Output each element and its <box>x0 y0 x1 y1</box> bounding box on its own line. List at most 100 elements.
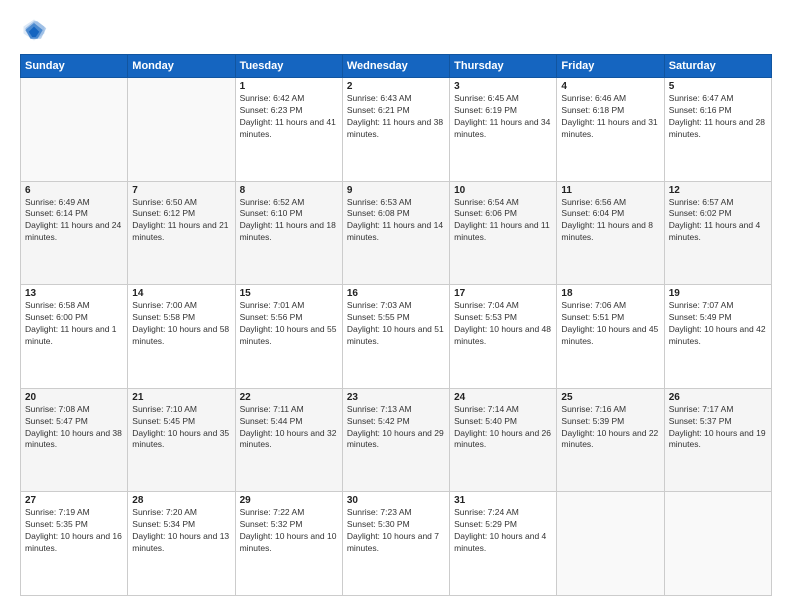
calendar-week-1: 1Sunrise: 6:42 AM Sunset: 6:23 PM Daylig… <box>21 78 772 182</box>
calendar-cell: 31Sunrise: 7:24 AM Sunset: 5:29 PM Dayli… <box>450 492 557 596</box>
day-number: 26 <box>669 392 767 403</box>
day-number: 13 <box>25 288 123 299</box>
logo-icon <box>20 16 48 44</box>
calendar-cell <box>128 78 235 182</box>
day-number: 23 <box>347 392 445 403</box>
day-number: 3 <box>454 81 552 92</box>
day-info: Sunrise: 7:14 AM Sunset: 5:40 PM Dayligh… <box>454 404 552 452</box>
calendar-cell: 13Sunrise: 6:58 AM Sunset: 6:00 PM Dayli… <box>21 285 128 389</box>
day-number: 27 <box>25 495 123 506</box>
calendar-cell: 8Sunrise: 6:52 AM Sunset: 6:10 PM Daylig… <box>235 181 342 285</box>
calendar-cell <box>21 78 128 182</box>
calendar-col-wednesday: Wednesday <box>342 55 449 78</box>
day-number: 18 <box>561 288 659 299</box>
calendar-cell: 9Sunrise: 6:53 AM Sunset: 6:08 PM Daylig… <box>342 181 449 285</box>
calendar-cell: 30Sunrise: 7:23 AM Sunset: 5:30 PM Dayli… <box>342 492 449 596</box>
day-info: Sunrise: 6:53 AM Sunset: 6:08 PM Dayligh… <box>347 197 445 245</box>
day-info: Sunrise: 6:47 AM Sunset: 6:16 PM Dayligh… <box>669 93 767 141</box>
calendar-cell: 10Sunrise: 6:54 AM Sunset: 6:06 PM Dayli… <box>450 181 557 285</box>
day-info: Sunrise: 7:24 AM Sunset: 5:29 PM Dayligh… <box>454 507 552 555</box>
day-number: 8 <box>240 185 338 196</box>
day-number: 10 <box>454 185 552 196</box>
day-number: 12 <box>669 185 767 196</box>
calendar-cell: 17Sunrise: 7:04 AM Sunset: 5:53 PM Dayli… <box>450 285 557 389</box>
day-info: Sunrise: 7:03 AM Sunset: 5:55 PM Dayligh… <box>347 300 445 348</box>
calendar-cell: 2Sunrise: 6:43 AM Sunset: 6:21 PM Daylig… <box>342 78 449 182</box>
calendar-cell: 26Sunrise: 7:17 AM Sunset: 5:37 PM Dayli… <box>664 388 771 492</box>
calendar-cell: 21Sunrise: 7:10 AM Sunset: 5:45 PM Dayli… <box>128 388 235 492</box>
day-number: 6 <box>25 185 123 196</box>
day-number: 4 <box>561 81 659 92</box>
calendar-week-5: 27Sunrise: 7:19 AM Sunset: 5:35 PM Dayli… <box>21 492 772 596</box>
day-number: 14 <box>132 288 230 299</box>
header <box>20 16 772 44</box>
day-number: 19 <box>669 288 767 299</box>
day-number: 20 <box>25 392 123 403</box>
calendar-col-monday: Monday <box>128 55 235 78</box>
calendar-cell: 3Sunrise: 6:45 AM Sunset: 6:19 PM Daylig… <box>450 78 557 182</box>
day-info: Sunrise: 7:04 AM Sunset: 5:53 PM Dayligh… <box>454 300 552 348</box>
day-info: Sunrise: 6:49 AM Sunset: 6:14 PM Dayligh… <box>25 197 123 245</box>
day-info: Sunrise: 6:42 AM Sunset: 6:23 PM Dayligh… <box>240 93 338 141</box>
day-number: 17 <box>454 288 552 299</box>
calendar-cell: 27Sunrise: 7:19 AM Sunset: 5:35 PM Dayli… <box>21 492 128 596</box>
day-number: 30 <box>347 495 445 506</box>
day-info: Sunrise: 7:22 AM Sunset: 5:32 PM Dayligh… <box>240 507 338 555</box>
calendar-cell: 4Sunrise: 6:46 AM Sunset: 6:18 PM Daylig… <box>557 78 664 182</box>
day-info: Sunrise: 7:08 AM Sunset: 5:47 PM Dayligh… <box>25 404 123 452</box>
calendar-cell <box>664 492 771 596</box>
calendar-col-friday: Friday <box>557 55 664 78</box>
day-info: Sunrise: 7:07 AM Sunset: 5:49 PM Dayligh… <box>669 300 767 348</box>
calendar-week-4: 20Sunrise: 7:08 AM Sunset: 5:47 PM Dayli… <box>21 388 772 492</box>
calendar-cell: 18Sunrise: 7:06 AM Sunset: 5:51 PM Dayli… <box>557 285 664 389</box>
day-number: 15 <box>240 288 338 299</box>
day-info: Sunrise: 6:52 AM Sunset: 6:10 PM Dayligh… <box>240 197 338 245</box>
day-number: 22 <box>240 392 338 403</box>
day-info: Sunrise: 7:06 AM Sunset: 5:51 PM Dayligh… <box>561 300 659 348</box>
calendar-cell: 25Sunrise: 7:16 AM Sunset: 5:39 PM Dayli… <box>557 388 664 492</box>
day-info: Sunrise: 7:13 AM Sunset: 5:42 PM Dayligh… <box>347 404 445 452</box>
calendar-header-row: SundayMondayTuesdayWednesdayThursdayFrid… <box>21 55 772 78</box>
day-info: Sunrise: 6:58 AM Sunset: 6:00 PM Dayligh… <box>25 300 123 348</box>
calendar-cell: 5Sunrise: 6:47 AM Sunset: 6:16 PM Daylig… <box>664 78 771 182</box>
day-number: 24 <box>454 392 552 403</box>
calendar-cell: 29Sunrise: 7:22 AM Sunset: 5:32 PM Dayli… <box>235 492 342 596</box>
calendar-cell: 28Sunrise: 7:20 AM Sunset: 5:34 PM Dayli… <box>128 492 235 596</box>
day-info: Sunrise: 7:17 AM Sunset: 5:37 PM Dayligh… <box>669 404 767 452</box>
calendar-cell: 6Sunrise: 6:49 AM Sunset: 6:14 PM Daylig… <box>21 181 128 285</box>
calendar-cell: 11Sunrise: 6:56 AM Sunset: 6:04 PM Dayli… <box>557 181 664 285</box>
day-number: 2 <box>347 81 445 92</box>
calendar-col-sunday: Sunday <box>21 55 128 78</box>
calendar-col-thursday: Thursday <box>450 55 557 78</box>
logo <box>20 16 52 44</box>
calendar-cell: 23Sunrise: 7:13 AM Sunset: 5:42 PM Dayli… <box>342 388 449 492</box>
day-info: Sunrise: 6:56 AM Sunset: 6:04 PM Dayligh… <box>561 197 659 245</box>
day-number: 7 <box>132 185 230 196</box>
day-number: 16 <box>347 288 445 299</box>
calendar-cell: 24Sunrise: 7:14 AM Sunset: 5:40 PM Dayli… <box>450 388 557 492</box>
calendar-cell: 19Sunrise: 7:07 AM Sunset: 5:49 PM Dayli… <box>664 285 771 389</box>
calendar-cell: 7Sunrise: 6:50 AM Sunset: 6:12 PM Daylig… <box>128 181 235 285</box>
day-info: Sunrise: 7:00 AM Sunset: 5:58 PM Dayligh… <box>132 300 230 348</box>
day-info: Sunrise: 6:43 AM Sunset: 6:21 PM Dayligh… <box>347 93 445 141</box>
day-info: Sunrise: 7:19 AM Sunset: 5:35 PM Dayligh… <box>25 507 123 555</box>
calendar-cell: 16Sunrise: 7:03 AM Sunset: 5:55 PM Dayli… <box>342 285 449 389</box>
calendar-cell <box>557 492 664 596</box>
day-info: Sunrise: 6:50 AM Sunset: 6:12 PM Dayligh… <box>132 197 230 245</box>
day-info: Sunrise: 7:20 AM Sunset: 5:34 PM Dayligh… <box>132 507 230 555</box>
day-info: Sunrise: 7:16 AM Sunset: 5:39 PM Dayligh… <box>561 404 659 452</box>
day-number: 25 <box>561 392 659 403</box>
day-number: 9 <box>347 185 445 196</box>
day-info: Sunrise: 7:01 AM Sunset: 5:56 PM Dayligh… <box>240 300 338 348</box>
day-number: 21 <box>132 392 230 403</box>
calendar-col-tuesday: Tuesday <box>235 55 342 78</box>
day-number: 29 <box>240 495 338 506</box>
calendar-cell: 1Sunrise: 6:42 AM Sunset: 6:23 PM Daylig… <box>235 78 342 182</box>
day-number: 5 <box>669 81 767 92</box>
calendar-cell: 15Sunrise: 7:01 AM Sunset: 5:56 PM Dayli… <box>235 285 342 389</box>
day-number: 1 <box>240 81 338 92</box>
day-info: Sunrise: 6:46 AM Sunset: 6:18 PM Dayligh… <box>561 93 659 141</box>
day-info: Sunrise: 7:11 AM Sunset: 5:44 PM Dayligh… <box>240 404 338 452</box>
calendar-col-saturday: Saturday <box>664 55 771 78</box>
day-info: Sunrise: 6:45 AM Sunset: 6:19 PM Dayligh… <box>454 93 552 141</box>
